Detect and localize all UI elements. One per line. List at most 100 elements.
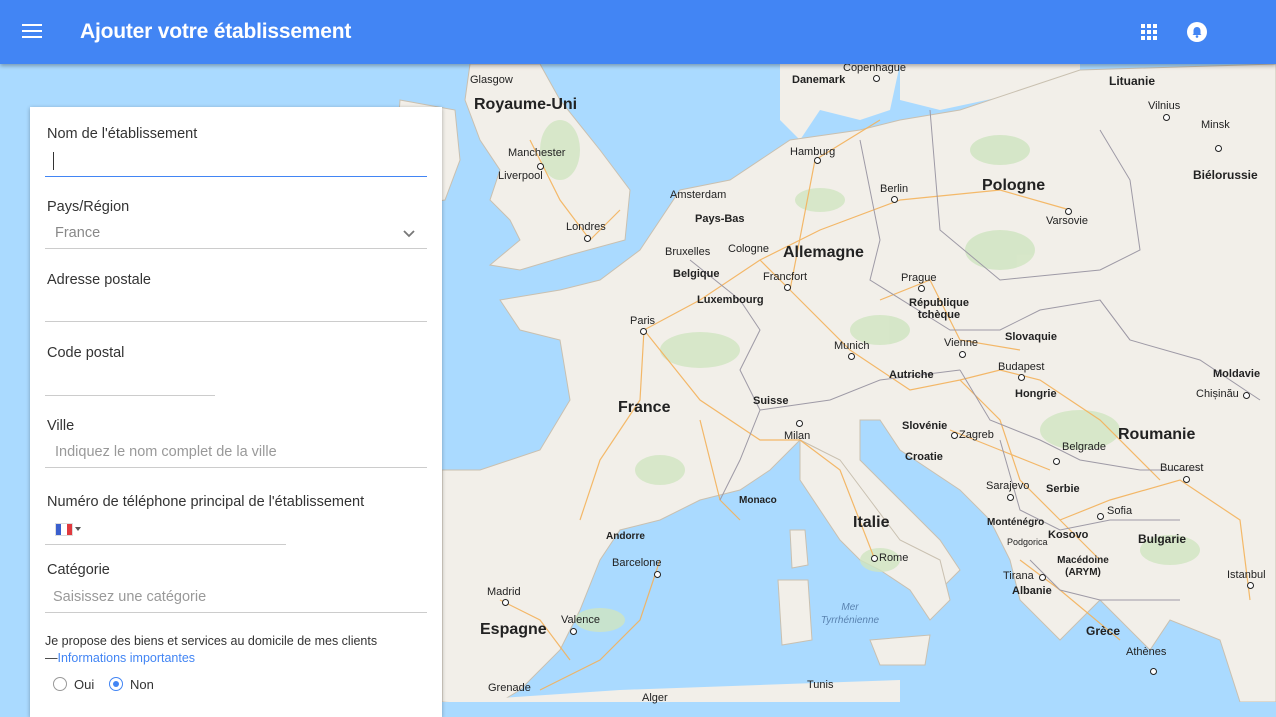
map-dot-copenhagen xyxy=(873,75,880,82)
map-label-luxembourg: Luxembourg xyxy=(697,294,764,306)
page-title: Ajouter votre établissement xyxy=(80,20,352,43)
map-city-paris: Paris xyxy=(630,315,656,327)
map-dot-barcelona xyxy=(654,571,661,578)
map-label-germany: Allemagne xyxy=(783,244,864,261)
map-city-minsk: Minsk xyxy=(1201,119,1230,131)
country-label: Pays/Région xyxy=(47,199,130,215)
map-label-switzerland: Suisse xyxy=(753,395,789,407)
service-area-text: Je propose des biens et services au domi… xyxy=(45,634,378,648)
map-label-hungary: Hongrie xyxy=(1015,388,1057,400)
map-dot-bucharest xyxy=(1183,476,1190,483)
map-city-manchester: Manchester xyxy=(508,147,566,159)
category-label: Catégorie xyxy=(47,562,110,578)
map-city-london: Londres xyxy=(566,221,606,233)
map-label-denmark: Danemark xyxy=(792,74,846,86)
map-dot-prague xyxy=(918,285,925,292)
map-dot-manchester xyxy=(537,163,544,170)
map-dot-athens xyxy=(1150,668,1157,675)
address-input[interactable] xyxy=(45,293,427,322)
map-label-bulgaria: Bulgarie xyxy=(1138,532,1187,546)
map-label-greece: Grèce xyxy=(1086,624,1121,638)
chevron-glyph xyxy=(403,230,415,238)
map-city-berlin: Berlin xyxy=(880,183,909,195)
map-city-sofia: Sofia xyxy=(1107,505,1133,517)
map-city-chisinau: Chișinău xyxy=(1196,388,1239,400)
chevron-down-icon xyxy=(403,227,415,243)
map-city-alger: Alger xyxy=(642,692,668,704)
map-dot-chisinau xyxy=(1243,392,1250,399)
map-dot-budapest xyxy=(1018,374,1025,381)
map-dot-milan xyxy=(796,420,803,427)
map-dot-london xyxy=(584,235,591,242)
map-city-istanbul: Istanbul xyxy=(1227,569,1266,581)
map-label-lithuania: Lituanie xyxy=(1109,74,1156,88)
map-label-moldova: Moldavie xyxy=(1213,368,1261,380)
map-dot-rome xyxy=(871,555,878,562)
map-dot-istanbul xyxy=(1247,582,1254,589)
address-label: Adresse postale xyxy=(47,272,151,288)
map-label-uk: Royaume-Uni xyxy=(474,96,578,113)
map-dot-sofia xyxy=(1097,513,1104,520)
map-city-bucharest: Bucarest xyxy=(1160,462,1204,474)
business-form: Nom de l'établissement Pays/Région Franc… xyxy=(30,107,442,717)
radio-oui[interactable] xyxy=(53,677,67,691)
map-label-croatia: Croatie xyxy=(905,451,943,463)
map-city-amsterdam: Amsterdam xyxy=(670,189,727,201)
name-label: Nom de l'établissement xyxy=(47,126,198,142)
france-flag-icon xyxy=(55,523,73,536)
map-city-prague: Prague xyxy=(901,272,937,284)
map-city-liverpool: Liverpool xyxy=(498,170,543,182)
city-label: Ville xyxy=(47,418,75,434)
postal-code-input[interactable] xyxy=(45,367,215,396)
map-city-munich: Munich xyxy=(834,340,870,352)
map-label-belgium: Belgique xyxy=(673,268,720,280)
map-city-podgorica: Podgorica xyxy=(1007,537,1048,547)
country-value: France xyxy=(55,225,101,241)
map-dot-paris xyxy=(640,328,647,335)
service-area-question: Je propose des biens et services au domi… xyxy=(45,633,430,667)
map-city-glasgow: Glasgow xyxy=(470,74,513,86)
map-city-sarajevo: Sarajevo xyxy=(986,480,1030,492)
city-placeholder: Indiquez le nom complet de la ville xyxy=(55,444,277,460)
map-city-zagreb: Zagreb xyxy=(959,429,994,441)
map-city-frankfurt: Francfort xyxy=(763,271,808,283)
map-dot-belgrade xyxy=(1053,458,1060,465)
map-city-tirana: Tirana xyxy=(1003,570,1034,582)
map-dot-valencia xyxy=(570,628,577,635)
category-input[interactable]: Saisissez une catégorie xyxy=(45,584,427,613)
map-city-granada: Grenade xyxy=(488,682,531,694)
map-label-albania: Albanie xyxy=(1012,585,1052,597)
country-code-dropdown[interactable] xyxy=(55,523,83,537)
map-label-andorra: Andorre xyxy=(606,531,645,542)
map-city-valencia: Valence xyxy=(561,614,600,626)
map-city-milan: Milan xyxy=(784,430,811,442)
map-dot-frankfurt xyxy=(784,284,791,291)
city-input[interactable]: Indiquez le nom complet de la ville xyxy=(45,439,427,468)
map-dot-minsk xyxy=(1215,145,1222,152)
map-city-warsaw: Varsovie xyxy=(1046,215,1088,227)
phone-input[interactable] xyxy=(45,516,286,545)
notification-bell-icon[interactable] xyxy=(1187,22,1207,42)
map-dot-tirana xyxy=(1039,574,1046,581)
business-name-input[interactable] xyxy=(45,148,427,177)
service-area-dash: — xyxy=(45,651,58,665)
map-label-poland: Pologne xyxy=(982,177,1046,194)
apps-grid-icon[interactable] xyxy=(1139,22,1159,42)
map-city-cologne: Cologne xyxy=(728,243,769,255)
map-city-brussels: Bruxelles xyxy=(665,246,711,258)
map-city-belgrade: Belgrade xyxy=(1062,441,1107,453)
map-label-kosovo: Kosovo xyxy=(1048,529,1089,541)
map-city-rome: Rome xyxy=(879,552,909,564)
map-city-barcelona: Barcelone xyxy=(612,557,662,569)
map-label-slovenia: Slovénie xyxy=(902,420,948,432)
map-dot-hamburg xyxy=(814,157,821,164)
map-city-madrid: Madrid xyxy=(487,586,521,598)
map-label-france: France xyxy=(618,399,671,416)
important-info-link[interactable]: Informations importantes xyxy=(58,651,196,665)
country-select[interactable]: France xyxy=(45,220,427,249)
map-label-austria: Autriche xyxy=(889,369,934,381)
hamburger-menu-icon[interactable] xyxy=(22,20,50,44)
map-label-slovakia: Slovaquie xyxy=(1005,331,1057,343)
radio-non[interactable] xyxy=(109,677,123,691)
phone-label: Numéro de téléphone principal de l'établ… xyxy=(47,494,365,510)
